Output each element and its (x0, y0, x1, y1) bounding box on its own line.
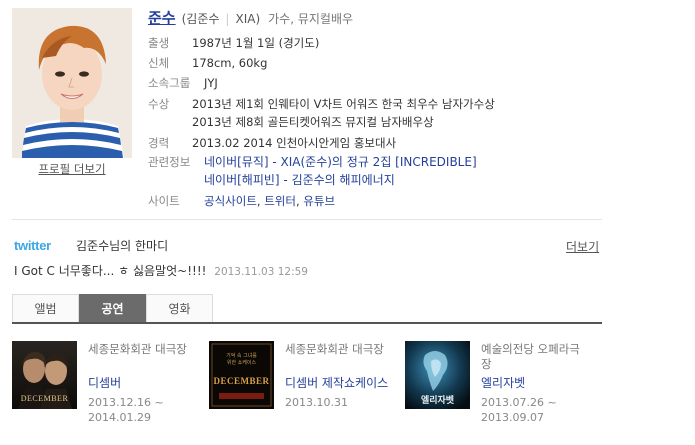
info-label: 경력 (148, 136, 170, 150)
profile-name-row: 준수 (김준수 | XIA) 가수, 뮤지컬배우 (148, 7, 354, 27)
svg-text:DECEMBER: DECEMBER (21, 394, 69, 403)
poster-image[interactable]: 엘리자벳 (405, 341, 470, 409)
info-label: 신체 (148, 56, 170, 70)
poster-image[interactable]: 기억 속 그녀를 위한 쇼케이스 DECEMBER (209, 341, 274, 409)
related-link-music[interactable]: 네이버[뮤직] - XIA(준수)의 정규 2집 [INCREDIBLE] (204, 153, 477, 171)
group-link[interactable]: JYJ (204, 73, 218, 93)
performance-card[interactable]: 엘리자벳 예술의전당 오페라극장 엘리자벳 2013.07.26 ~ 2013.… (405, 341, 595, 431)
tweet-text: I Got C 너무좋다... ㅎ 싫음말엇~!!!! (14, 264, 207, 278)
info-row-birth: 출생 1987년 1월 1일 (경기도) (148, 33, 608, 53)
site-link-official[interactable]: 공식사이트 (204, 194, 257, 208)
card-title[interactable]: 디셈버 제작쇼케이스 (285, 376, 395, 391)
info-row-career: 경력 2013.02 2014 인천아시안게임 홍보대사 (148, 133, 608, 153)
performance-card[interactable]: 기억 속 그녀를 위한 쇼케이스 DECEMBER 세종문화회관 대극장 디셈버… (209, 341, 399, 431)
card-venue: 예술의전당 오페라극장 (481, 342, 580, 371)
tab-performance[interactable]: 공연 (79, 294, 146, 322)
info-row-group: 소속그룹 JYJ (148, 73, 608, 93)
profile-job: 가수, 뮤지컬배우 (268, 12, 354, 26)
twitter-title: 김준수님의 한마디 (76, 239, 169, 253)
card-venue: 세종문화회관 대극장 (88, 342, 187, 356)
twitter-logo: twitter (14, 238, 51, 253)
name-separator: | (225, 12, 230, 26)
info-label: 관련정보 (148, 155, 191, 169)
card-title[interactable]: 디셈버 (88, 376, 198, 391)
card-venue: 세종문화회관 대극장 (285, 342, 384, 356)
site-link-youtube[interactable]: 유튜브 (303, 194, 335, 208)
site-link-twitter[interactable]: 트위터 (264, 194, 296, 208)
svg-text:위한 쇼케이스: 위한 쇼케이스 (227, 359, 257, 366)
profile-info: 출생 1987년 1월 1일 (경기도) 신체 178cm, 60kg 소속그룹… (148, 33, 608, 211)
profile-photo-image (12, 8, 132, 158)
profile-name[interactable]: 준수 (148, 9, 176, 27)
card-date: 2013.10.31 (285, 396, 348, 409)
performance-card[interactable]: DECEMBER 세종문화회관 대극장 디셈버 2013.12.16 ~ 201… (12, 341, 202, 431)
poster-graphic: DECEMBER (12, 341, 77, 409)
related-link-happybean[interactable]: 네이버[해피빈] - 김준수의 해피에너지 (204, 171, 477, 189)
svg-text:엘리자벳: 엘리자벳 (421, 394, 455, 406)
info-label: 사이트 (148, 194, 180, 208)
profile-full-name: (김준수 (181, 12, 220, 26)
info-label: 출생 (148, 36, 170, 50)
profile-photo[interactable] (12, 8, 132, 158)
card-date: 2013.12.16 ~ 2014.01.29 (88, 396, 164, 424)
info-label: 수상 (148, 97, 170, 111)
award-item: 2013년 제8회 골든티켓어워즈 뮤지컬 남자배우상 (192, 115, 434, 129)
awards-list: 2013년 제1회 인웨타이 V차트 어워즈 한국 최우수 남자가수상 2013… (192, 95, 495, 131)
card-title[interactable]: 엘리자벳 (481, 376, 591, 391)
info-row-sites: 사이트 공식사이트, 트위터, 유튜브 (148, 191, 608, 211)
tweet-time: 2013.11.03 12:59 (214, 266, 308, 278)
info-row-related: 관련정보 네이버[뮤직] - XIA(준수)의 정규 2집 [INCREDIBL… (148, 153, 608, 189)
poster-graphic: 엘리자벳 (405, 341, 470, 409)
info-value: 1987년 1월 1일 (경기도) (192, 36, 320, 50)
site-links: 공식사이트, 트위터, 유튜브 (204, 191, 335, 211)
profile-more-link[interactable]: 프로필 더보기 (12, 161, 132, 177)
poster-graphic: 기억 속 그녀를 위한 쇼케이스 DECEMBER (209, 341, 274, 409)
poster-image[interactable]: DECEMBER (12, 341, 77, 409)
tab-album[interactable]: 앨범 (12, 294, 79, 322)
tweet: I Got C 너무좋다... ㅎ 싫음말엇~!!!! 2013.11.03 1… (14, 262, 308, 279)
twitter-more-link[interactable]: 더보기 (566, 238, 599, 255)
info-row-awards: 수상 2013년 제1회 인웨타이 V차트 어워즈 한국 최우수 남자가수상 2… (148, 95, 608, 131)
profile-alias: XIA) (235, 12, 261, 26)
info-row-body: 신체 178cm, 60kg (148, 53, 608, 73)
divider (12, 219, 602, 220)
svg-text:기억 속 그녀를: 기억 속 그녀를 (226, 352, 257, 359)
info-value: 2013.02 2014 인천아시안게임 홍보대사 (192, 136, 397, 150)
award-item: 2013년 제1회 인웨타이 V차트 어워즈 한국 최우수 남자가수상 (192, 97, 495, 111)
info-label: 소속그룹 (148, 76, 191, 90)
svg-text:DECEMBER: DECEMBER (213, 376, 269, 386)
tab-movie[interactable]: 영화 (146, 294, 213, 322)
related-list: 네이버[뮤직] - XIA(준수)의 정규 2집 [INCREDIBLE] 네이… (204, 153, 477, 189)
info-value: 178cm, 60kg (192, 56, 268, 70)
card-date: 2013.07.26 ~ 2013.09.07 (481, 396, 557, 424)
media-tabs: 앨범 공연 영화 (12, 294, 602, 324)
